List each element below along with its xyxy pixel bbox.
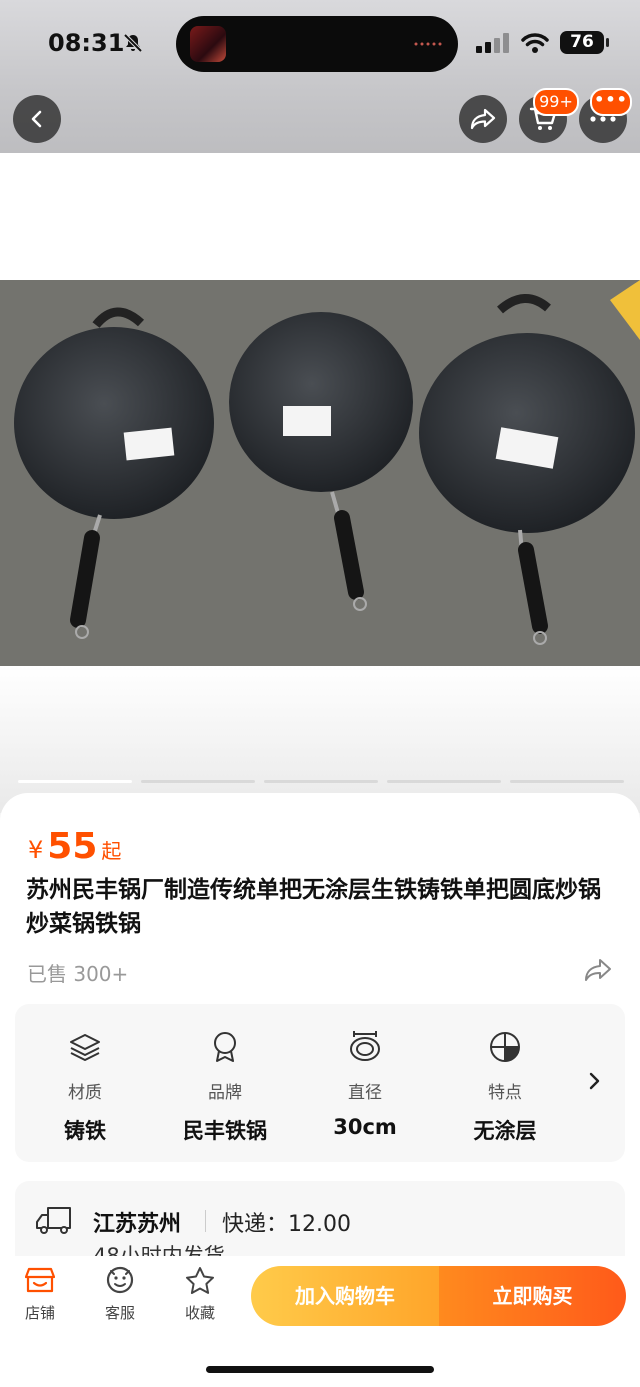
- share-button[interactable]: [459, 95, 507, 143]
- now-playing-artwork: [190, 26, 226, 62]
- bell-muted-icon: [123, 33, 143, 53]
- wifi-icon: [521, 33, 549, 53]
- tab-label: 收藏: [184, 1304, 215, 1322]
- spec-label: 直径: [348, 1083, 382, 1103]
- spec-material[interactable]: 材质 铸铁: [30, 1030, 140, 1145]
- back-button[interactable]: [13, 95, 61, 143]
- gallery-fade: [0, 666, 640, 813]
- message-badge: •••: [590, 88, 632, 116]
- price: ¥55 起: [28, 826, 121, 867]
- tab-customer-service[interactable]: 客服: [90, 1266, 150, 1323]
- add-to-cart-button[interactable]: 加入购物车: [251, 1266, 439, 1326]
- spec-value: 铸铁: [64, 1119, 106, 1143]
- gallery-indicator: [141, 780, 255, 783]
- buy-now-button[interactable]: 立即购买: [439, 1266, 626, 1326]
- diameter-icon: [350, 1031, 380, 1061]
- spec-diameter[interactable]: 直径 30cm: [310, 1030, 420, 1139]
- tab-label: 店铺: [24, 1304, 55, 1322]
- award-icon: [214, 1032, 236, 1062]
- spec-label: 特点: [488, 1083, 522, 1103]
- price-currency: ¥: [28, 836, 44, 864]
- customer-service-icon: [106, 1266, 134, 1294]
- store-icon: [24, 1267, 56, 1293]
- product-gallery[interactable]: [0, 153, 640, 813]
- cart-count-badge: 99+: [533, 88, 579, 116]
- battery-indicator: 76: [560, 31, 604, 54]
- gallery-indicator-active: [18, 780, 132, 783]
- layers-icon: [70, 1034, 100, 1061]
- status-time: 08:31: [48, 29, 125, 57]
- sold-count: 已售 300+: [27, 962, 129, 986]
- audio-wave-icon: [414, 42, 442, 46]
- star-icon: [186, 1267, 214, 1294]
- product-title: 苏州民丰锅厂制造传统单把无涂层生铁铸铁单把圆底炒锅炒菜锅铁锅: [26, 877, 601, 937]
- gallery-indicator: [264, 780, 378, 783]
- gallery-indicator: [510, 780, 624, 783]
- price-value: 55: [47, 826, 98, 867]
- cellular-signal-icon: [476, 33, 509, 53]
- spec-label: 材质: [68, 1083, 102, 1103]
- dynamic-island[interactable]: [176, 16, 458, 72]
- feature-icon: [490, 1032, 520, 1062]
- spec-label: 品牌: [208, 1083, 242, 1103]
- spec-feature[interactable]: 特点 无涂层: [450, 1030, 560, 1145]
- ship-from-location: 江苏苏州: [93, 1212, 182, 1237]
- spec-value: 无涂层: [473, 1119, 537, 1143]
- divider: [205, 1210, 206, 1232]
- chevron-right-icon[interactable]: [586, 1071, 602, 1091]
- share-icon: [470, 108, 496, 130]
- spec-value: 30cm: [333, 1115, 397, 1139]
- spec-value: 民丰铁锅: [183, 1119, 267, 1143]
- tab-favorite[interactable]: 收藏: [170, 1266, 230, 1323]
- home-indicator[interactable]: [206, 1366, 434, 1373]
- tab-label: 客服: [104, 1304, 135, 1322]
- spec-brand[interactable]: 品牌 民丰铁锅: [170, 1030, 280, 1145]
- tab-store[interactable]: 店铺: [10, 1266, 70, 1323]
- truck-icon: [36, 1207, 71, 1234]
- share-icon[interactable]: [583, 956, 613, 984]
- price-suffix: 起: [101, 839, 122, 863]
- more-dots-icon: [590, 116, 616, 122]
- product-photo: [0, 280, 640, 666]
- shipping-fee: 快递：12.00: [222, 1212, 351, 1237]
- chevron-left-icon: [31, 110, 42, 128]
- gallery-indicator: [387, 780, 501, 783]
- battery-cap: [606, 38, 609, 47]
